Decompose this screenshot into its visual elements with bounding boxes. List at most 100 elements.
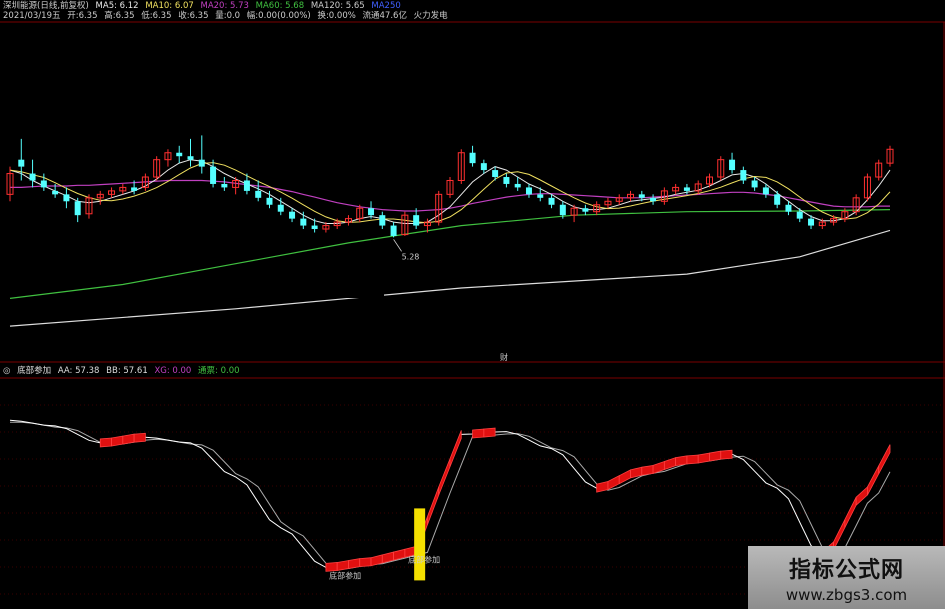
candle-body bbox=[277, 204, 284, 212]
ma250-line bbox=[9, 229, 891, 327]
volume-label: 量:0.0 bbox=[215, 11, 241, 21]
candle-body bbox=[255, 190, 262, 198]
candle-body bbox=[187, 156, 194, 160]
indicator-icon[interactable]: ◎ bbox=[3, 366, 10, 376]
ma10-label: MA10: 6.07 bbox=[145, 1, 194, 11]
candle-body bbox=[289, 211, 296, 219]
rising-fill bbox=[855, 486, 868, 507]
candle-body bbox=[774, 194, 781, 205]
candle-body bbox=[740, 170, 747, 181]
candle-body bbox=[390, 225, 397, 236]
rising-fill bbox=[325, 562, 338, 572]
rising-fill bbox=[618, 469, 631, 485]
candle-body bbox=[785, 204, 792, 212]
candle-body bbox=[503, 177, 510, 184]
signal-label: 底部参加 bbox=[408, 554, 440, 564]
candle-body bbox=[638, 194, 645, 198]
close-label: 收:6.35 bbox=[178, 11, 209, 21]
rising-fill bbox=[99, 437, 112, 448]
ma120-label: MA120: 5.65 bbox=[310, 1, 365, 11]
candle-body bbox=[514, 183, 521, 188]
candle-body bbox=[492, 170, 499, 178]
rising-fill bbox=[122, 433, 135, 445]
candle-body bbox=[548, 197, 555, 205]
aa-value: AA: 57.38 bbox=[57, 366, 100, 376]
rising-fill bbox=[709, 450, 722, 462]
tp-value: 通票: 0.00 bbox=[198, 366, 240, 376]
candle-body bbox=[63, 194, 70, 202]
low-price-label: 5.28 bbox=[402, 252, 420, 261]
rising-fill bbox=[336, 560, 349, 571]
rising-fill bbox=[641, 464, 654, 476]
candle-body bbox=[210, 166, 217, 184]
candle-body bbox=[131, 187, 138, 191]
watermark-logo: 指标公式网 www.zbgs3.com bbox=[748, 546, 945, 609]
ma60-line bbox=[9, 209, 891, 299]
candle-body bbox=[762, 187, 769, 195]
candle-body bbox=[266, 197, 273, 205]
candle-body bbox=[751, 180, 758, 188]
candle-body bbox=[537, 194, 544, 198]
rising-fill bbox=[867, 465, 880, 496]
candle-body bbox=[379, 215, 386, 226]
candle-body bbox=[40, 180, 47, 188]
candle-body bbox=[29, 173, 36, 181]
candle-body bbox=[582, 208, 589, 212]
change-label: 幅:0.00(0.00%) bbox=[246, 11, 311, 21]
price-gap bbox=[330, 284, 384, 298]
ma60-label: MA60: 5.68 bbox=[255, 1, 305, 11]
rising-fill bbox=[348, 558, 361, 570]
xg-value: XG: 0.00 bbox=[154, 366, 192, 376]
candle-body bbox=[808, 218, 815, 226]
candle-body bbox=[650, 197, 657, 202]
candle-body bbox=[311, 225, 318, 230]
stock-chart: 5.28财底部参加底部参加 bbox=[0, 21, 945, 609]
candle-body bbox=[243, 180, 250, 191]
candle-body bbox=[729, 159, 736, 171]
candle-body bbox=[18, 159, 25, 167]
rising-fill bbox=[483, 427, 496, 438]
watermark-title: 指标公式网 bbox=[788, 558, 904, 583]
indicator-header: ◎ 底部参加 AA: 57.38 BB: 57.61 XG: 0.00 通票: … bbox=[3, 366, 244, 377]
candle-body bbox=[52, 190, 59, 195]
rising-fill bbox=[697, 452, 710, 464]
rising-fill bbox=[720, 449, 733, 460]
low-price-pointer bbox=[393, 239, 402, 252]
candle-body bbox=[683, 187, 690, 191]
rising-fill bbox=[449, 430, 462, 467]
signal-label: 底部参加 bbox=[329, 570, 361, 580]
rising-fill bbox=[111, 435, 124, 447]
candle-body bbox=[300, 218, 307, 226]
float-label: 流通47.6亿 bbox=[362, 11, 407, 21]
candle-body bbox=[525, 187, 532, 195]
indicator-name[interactable]: 底部参加 bbox=[17, 366, 51, 376]
rising-fill bbox=[844, 496, 857, 528]
open-label: 开:6.35 bbox=[67, 11, 98, 21]
candle-body bbox=[74, 201, 81, 216]
sector-label: 火力发电 bbox=[413, 11, 448, 21]
rising-fill bbox=[133, 432, 146, 443]
rising-fill bbox=[427, 486, 440, 525]
candle-body bbox=[480, 163, 487, 171]
rising-fill bbox=[438, 458, 451, 496]
rising-fill bbox=[686, 454, 699, 465]
ma5-label: MA5: 6.12 bbox=[95, 1, 139, 11]
rising-fill bbox=[675, 455, 688, 467]
price-header-line2: 2021/03/19五 开:6.35 高:6.35 低:6.35 收:6.35 … bbox=[3, 11, 452, 22]
date-label: 2021/03/19五 bbox=[3, 11, 61, 21]
candle-body bbox=[796, 211, 803, 219]
stock-title: 深圳能源(日线,前复权) bbox=[3, 1, 89, 11]
candle-body bbox=[559, 204, 566, 216]
turnover-label: 换:0.00% bbox=[317, 11, 356, 21]
candle-body bbox=[469, 152, 476, 164]
rising-fill bbox=[596, 481, 609, 493]
rising-fill bbox=[359, 557, 372, 568]
watermark-url: www.zbgs3.com bbox=[785, 586, 908, 604]
ma20-label: MA20: 5.73 bbox=[200, 1, 249, 11]
rising-fill bbox=[472, 428, 485, 439]
high-label: 高:6.35 bbox=[104, 11, 135, 21]
signal-bar bbox=[414, 508, 426, 581]
ma250-label: MA250 bbox=[371, 1, 401, 11]
candle-body bbox=[198, 159, 205, 167]
candle-body bbox=[221, 183, 228, 188]
